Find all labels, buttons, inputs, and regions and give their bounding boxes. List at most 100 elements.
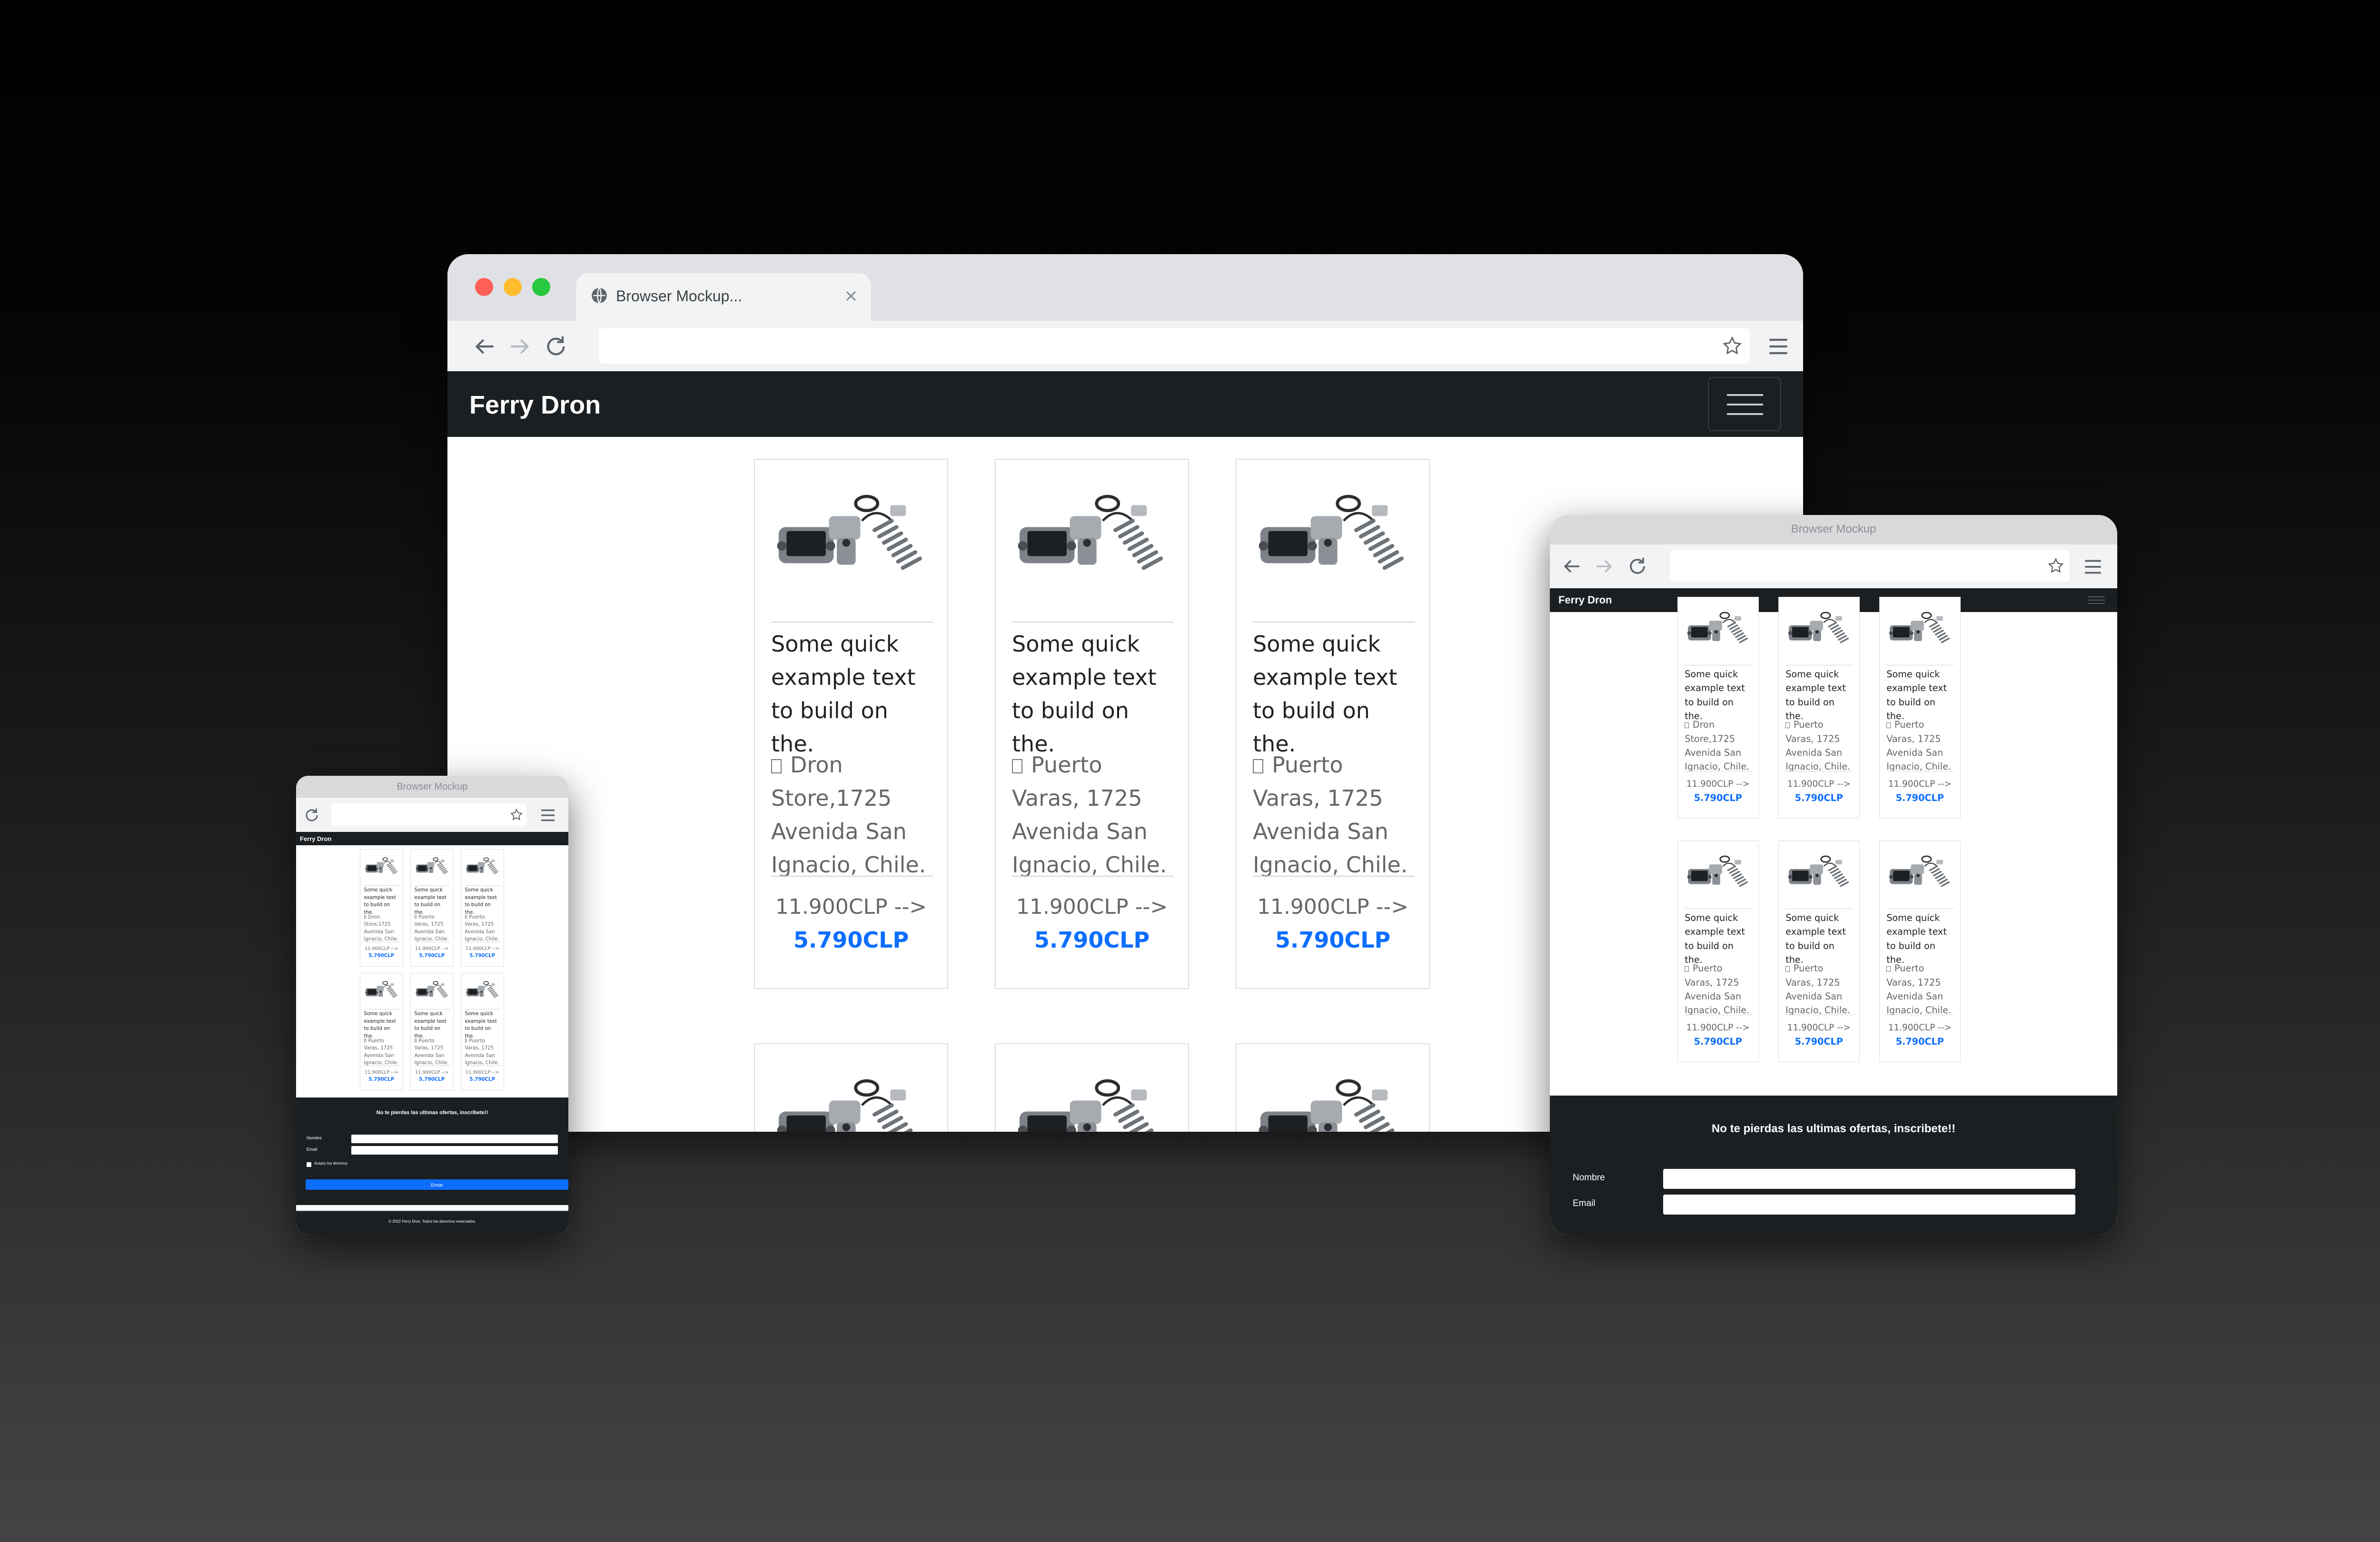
sale-price: 5.790CLP xyxy=(1795,1036,1843,1048)
product-card[interactable]: Some quick example text to build on the.… xyxy=(461,849,504,967)
card-title: Some quick example text to build on the. xyxy=(1785,912,1846,965)
sale-price: 5.790CLP xyxy=(419,953,445,959)
card-location-text: Puerto Varas, 1725 Avenida San Ignacio, … xyxy=(1785,963,1851,1016)
submit-button[interactable]: Enviar xyxy=(306,1179,568,1190)
mobile-title-bar: Browser Mockup xyxy=(296,776,568,798)
newsletter-section: No te pierdas las ultimas ofertas, inscr… xyxy=(296,1097,568,1205)
arrow-right-icon[interactable] xyxy=(1593,555,1616,578)
sale-price: 5.790CLP xyxy=(1694,1036,1742,1048)
tablet-browser-window: Browser Mockup Ferry Dron Some quick exa… xyxy=(1550,515,2117,1235)
tab-title: Browser Mockup... xyxy=(616,287,742,305)
product-card[interactable] xyxy=(754,1043,948,1132)
name-label: Nombre xyxy=(1573,1173,1605,1183)
product-card[interactable]: Some quick example text to build on the.… xyxy=(1236,459,1430,989)
star-icon[interactable] xyxy=(2047,557,2065,575)
window-zoom-button[interactable] xyxy=(532,278,550,296)
location-icon xyxy=(414,915,417,919)
product-image xyxy=(1787,609,1853,646)
sale-price: 5.790CLP xyxy=(1275,927,1391,953)
product-card[interactable]: Some quick example text to build on the.… xyxy=(360,849,403,967)
newsletter-heading: No te pierdas las ultimas ofertas, inscr… xyxy=(1711,1122,1956,1135)
product-image xyxy=(1256,487,1413,578)
globe-icon xyxy=(590,287,608,305)
card-title: Some quick example text to build on the. xyxy=(1685,912,1745,965)
site-navbar: Ferry Dron xyxy=(296,832,568,845)
brand-logo[interactable]: Ferry Dron xyxy=(300,835,331,842)
brand-logo[interactable]: Ferry Dron xyxy=(469,390,601,420)
product-image xyxy=(466,979,500,999)
product-card[interactable]: Some quick example text to build on the.… xyxy=(360,973,403,1091)
product-image xyxy=(415,856,450,876)
old-price: 11.900CLP --> xyxy=(365,1069,398,1075)
hamburger-icon[interactable] xyxy=(2081,555,2105,579)
email-field[interactable] xyxy=(351,1146,558,1155)
product-image xyxy=(415,979,450,999)
email-field[interactable] xyxy=(1663,1195,2075,1215)
card-location: Puerto Varas, 1725 Avenida San Ignacio, … xyxy=(465,914,501,943)
arrow-left-icon[interactable] xyxy=(1560,555,1583,578)
newsletter-heading: No te pierdas las ultimas ofertas, inscr… xyxy=(376,1110,488,1116)
address-bar[interactable] xyxy=(599,328,1750,364)
product-card[interactable] xyxy=(995,1043,1189,1132)
toggler-line xyxy=(1727,394,1763,396)
arrow-left-icon[interactable] xyxy=(471,333,498,360)
card-title: Some quick example text to build on the. xyxy=(1886,669,1947,722)
tablet-title-bar: Browser Mockup xyxy=(1550,515,2117,544)
card-location-text: Puerto Varas, 1725 Avenida San Ignacio, … xyxy=(1785,719,1851,772)
newsletter-section: No te pierdas las ultimas ofertas, inscr… xyxy=(1550,1096,2117,1235)
reload-icon[interactable] xyxy=(303,806,321,824)
tab-close-icon[interactable] xyxy=(843,287,860,305)
sale-price: 5.790CLP xyxy=(368,953,395,959)
product-card[interactable]: Some quick example text to build on the.… xyxy=(1879,597,1961,819)
address-bar[interactable] xyxy=(1670,550,2070,582)
navbar-toggler-button[interactable] xyxy=(2087,595,2106,605)
location-icon xyxy=(1685,966,1689,972)
reload-icon[interactable] xyxy=(543,333,569,360)
product-card[interactable]: Some quick example text to build on the.… xyxy=(1879,840,1961,1062)
terms-checkbox[interactable] xyxy=(307,1162,311,1167)
product-image xyxy=(1686,852,1752,890)
card-location-text: Dron Store,1725 Avenida San Ignacio, Chi… xyxy=(771,752,926,878)
card-location-text: Puerto Varas, 1725 Avenida San Ignacio, … xyxy=(1253,752,1408,878)
reload-icon[interactable] xyxy=(1626,555,1649,578)
old-price: 11.900CLP --> xyxy=(775,895,927,919)
name-field[interactable] xyxy=(1663,1169,2075,1189)
product-card[interactable]: Some quick example text to build on the.… xyxy=(1677,840,1759,1062)
product-card[interactable] xyxy=(1236,1043,1430,1132)
arrow-right-icon[interactable] xyxy=(506,333,533,360)
product-image xyxy=(466,856,500,876)
product-card[interactable]: Some quick example text to build on the.… xyxy=(754,459,948,989)
location-icon xyxy=(414,1039,417,1042)
sale-price: 5.790CLP xyxy=(469,1077,496,1082)
card-location-text: Puerto Varas, 1725 Avenida San Ignacio, … xyxy=(465,1038,499,1066)
hamburger-icon[interactable] xyxy=(538,805,558,825)
window-minimize-button[interactable] xyxy=(504,278,522,296)
name-field[interactable] xyxy=(351,1135,558,1143)
navbar-toggler-button[interactable] xyxy=(1708,377,1781,431)
sale-price: 5.790CLP xyxy=(419,1077,445,1082)
product-card[interactable]: Some quick example text to build on the.… xyxy=(1778,597,1860,819)
product-card[interactable]: Some quick example text to build on the.… xyxy=(1677,597,1759,819)
card-divider xyxy=(364,885,400,886)
window-close-button[interactable] xyxy=(475,278,493,296)
card-divider xyxy=(771,876,933,877)
hamburger-icon[interactable] xyxy=(1765,333,1792,360)
card-location-text: Dron Store,1725 Avenida San Ignacio, Chi… xyxy=(1685,719,1750,772)
star-icon[interactable] xyxy=(509,808,524,822)
star-icon[interactable] xyxy=(1721,335,1743,357)
brand-logo[interactable]: Ferry Dron xyxy=(1558,594,1612,606)
card-title: Some quick example text to build on the. xyxy=(364,1011,396,1039)
address-bar[interactable] xyxy=(331,803,526,826)
card-location: Puerto Varas, 1725 Avenida San Ignacio, … xyxy=(1886,961,1954,1017)
product-card[interactable]: Some quick example text to build on the.… xyxy=(461,973,504,1091)
product-card[interactable]: Some quick example text to build on the.… xyxy=(410,849,454,967)
card-title: Some quick example text to build on the. xyxy=(364,888,396,915)
card-location-text: Puerto Varas, 1725 Avenida San Ignacio, … xyxy=(1886,963,1952,1016)
card-title: Some quick example text to build on the. xyxy=(1685,669,1745,722)
product-card[interactable]: Some quick example text to build on the.… xyxy=(1778,840,1860,1062)
product-card[interactable]: Some quick example text to build on the.… xyxy=(410,973,454,1091)
tablet-toolbar xyxy=(1550,544,2117,588)
browser-tab[interactable]: Browser Mockup... xyxy=(576,273,871,321)
old-price: 11.900CLP --> xyxy=(1686,1023,1750,1033)
product-card[interactable]: Some quick example text to build on the.… xyxy=(995,459,1189,989)
